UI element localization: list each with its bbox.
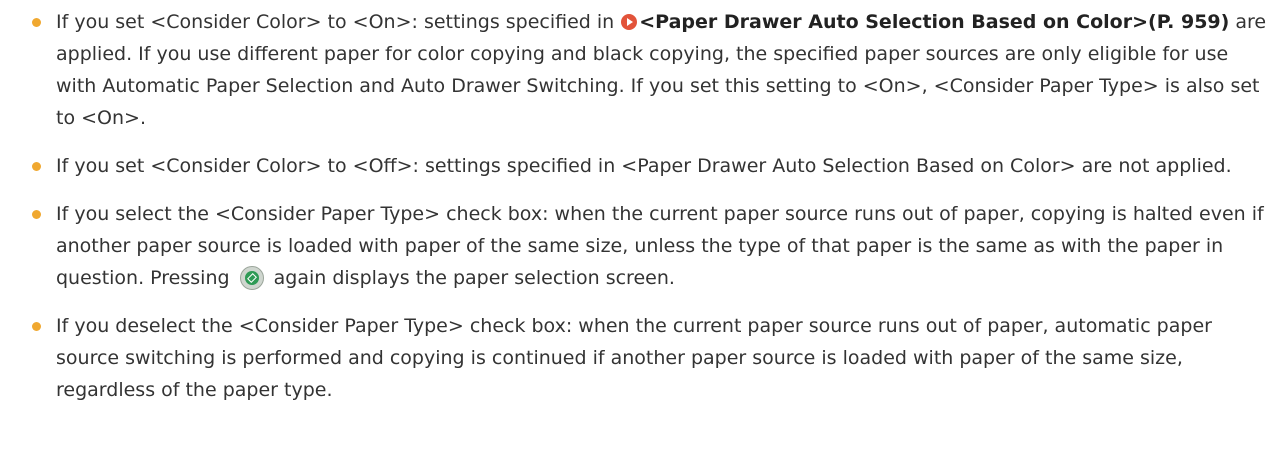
bullet-icon [32, 162, 41, 171]
list-item: If you select the <Consider Paper Type> … [30, 198, 1270, 294]
notes-list: If you set <Consider Color> to <On>: set… [30, 6, 1270, 406]
bullet-icon [32, 18, 41, 27]
arrow-circle-icon[interactable] [621, 14, 638, 30]
paper-drawer-auto-selection-link[interactable]: <Paper Drawer Auto Selection Based on Co… [639, 11, 1229, 33]
note-text: If you set <Consider Color> to <Off>: se… [56, 155, 1232, 177]
bullet-icon [32, 322, 41, 331]
note-text-post: again displays the paper selection scree… [267, 267, 675, 289]
start-key-icon [239, 266, 264, 290]
document-page: If you set <Consider Color> to <On>: set… [0, 0, 1282, 470]
list-item: If you set <Consider Color> to <On>: set… [30, 6, 1270, 134]
list-item: If you set <Consider Color> to <Off>: se… [30, 150, 1270, 182]
note-text-pre: If you set <Consider Color> to <On>: set… [56, 11, 621, 33]
bullet-icon [32, 210, 41, 219]
list-item: If you deselect the <Consider Paper Type… [30, 310, 1270, 406]
note-text: If you deselect the <Consider Paper Type… [56, 315, 1212, 401]
